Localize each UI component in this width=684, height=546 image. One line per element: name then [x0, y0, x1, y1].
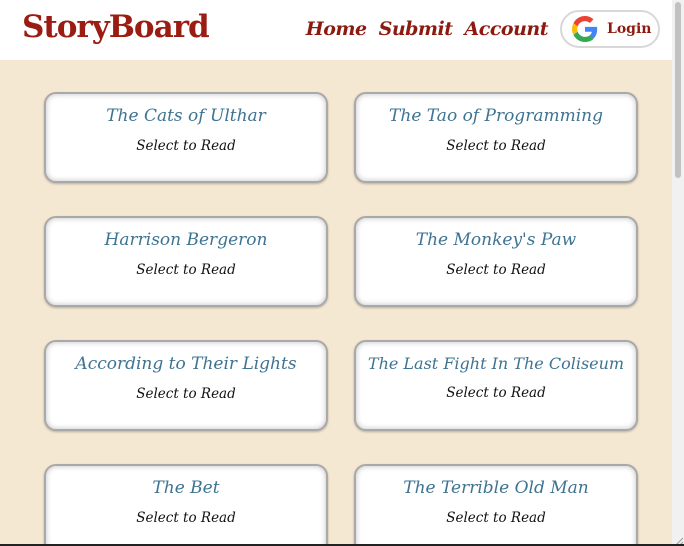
login-label: Login: [607, 21, 652, 37]
select-to-read-label: Select to Read: [446, 385, 546, 401]
page: StoryBoard Home Submit Account Login The: [0, 0, 684, 546]
story-card[interactable]: The Cats of Ulthar Select to Read: [44, 92, 328, 183]
brand-logo[interactable]: StoryBoard: [22, 9, 210, 45]
story-title: The Monkey's Paw: [415, 230, 577, 250]
select-to-read-label: Select to Read: [136, 510, 236, 526]
nav-submit-link[interactable]: Submit: [379, 18, 453, 40]
story-card[interactable]: Harrison Bergeron Select to Read: [44, 216, 328, 307]
scrollbar-thumb[interactable]: [675, 2, 681, 178]
story-title: The Tao of Programming: [389, 106, 603, 126]
nav-home-link[interactable]: Home: [306, 18, 367, 40]
nav-account-link[interactable]: Account: [465, 18, 549, 40]
resize-grip-icon[interactable]: [672, 532, 684, 544]
story-title: The Last Fight In The Coliseum: [367, 354, 625, 373]
google-icon: [572, 16, 598, 42]
main-nav: Home Submit Account Login: [306, 10, 660, 48]
select-to-read-label: Select to Read: [136, 138, 236, 154]
story-title: According to Their Lights: [75, 354, 297, 374]
story-card[interactable]: The Bet Select to Read: [44, 464, 328, 544]
select-to-read-label: Select to Read: [136, 262, 236, 278]
story-title: Harrison Bergeron: [104, 230, 268, 250]
story-card[interactable]: The Tao of Programming Select to Read: [354, 92, 638, 183]
story-title: The Terrible Old Man: [403, 478, 589, 498]
story-card[interactable]: The Monkey's Paw Select to Read: [354, 216, 638, 307]
select-to-read-label: Select to Read: [136, 386, 236, 402]
story-card[interactable]: The Last Fight In The Coliseum Select to…: [354, 340, 638, 431]
story-title: The Cats of Ulthar: [106, 106, 266, 126]
select-to-read-label: Select to Read: [446, 138, 546, 154]
story-card[interactable]: The Terrible Old Man Select to Read: [354, 464, 638, 544]
story-card[interactable]: According to Their Lights Select to Read: [44, 340, 328, 431]
story-title: The Bet: [152, 478, 220, 498]
vertical-scrollbar[interactable]: [672, 0, 684, 544]
top-bar: StoryBoard Home Submit Account Login: [0, 0, 672, 60]
select-to-read-label: Select to Read: [446, 510, 546, 526]
select-to-read-label: Select to Read: [446, 262, 546, 278]
google-login-button[interactable]: Login: [560, 10, 660, 48]
story-grid: The Cats of Ulthar Select to Read The Ta…: [44, 92, 638, 544]
